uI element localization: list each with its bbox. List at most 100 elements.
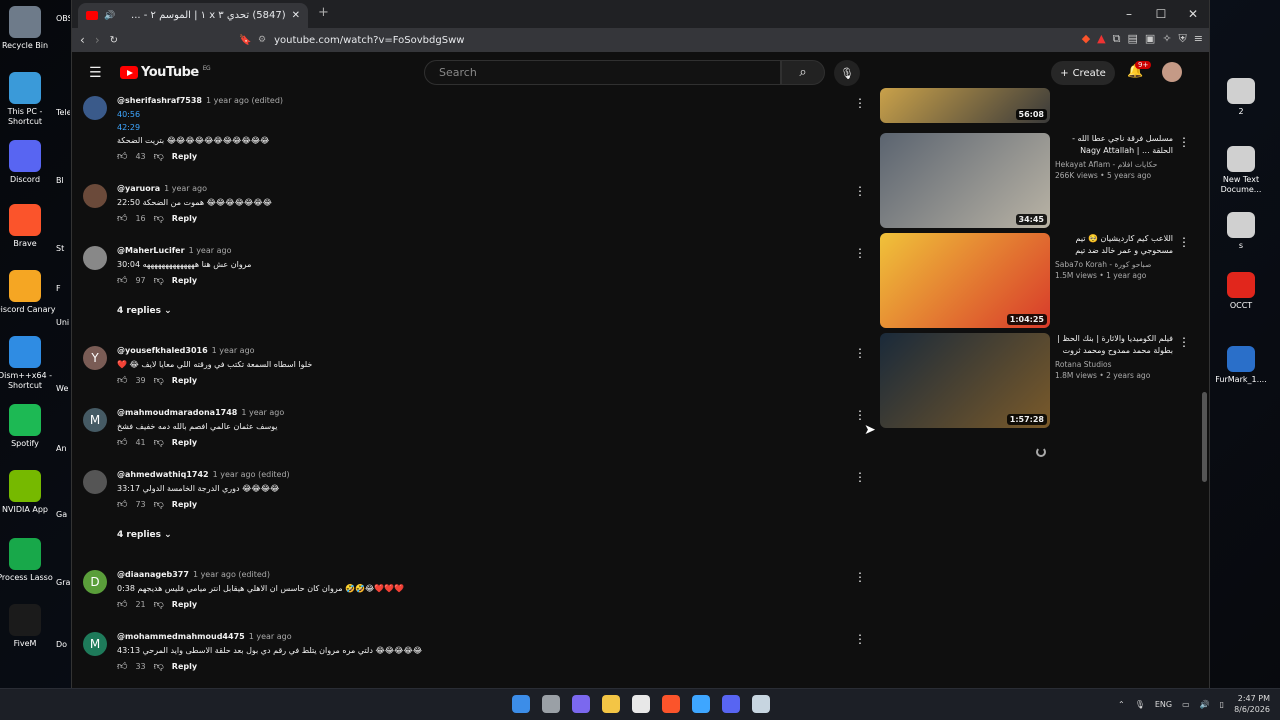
scrollbar-thumb[interactable] <box>1202 392 1207 482</box>
video-channel[interactable]: Hekayat Aflam - حكايات افلام <box>1055 160 1173 169</box>
video-thumbnail[interactable]: 1:04:25 <box>880 233 1050 328</box>
comment-handle[interactable]: @mahmoudmaradona1748 <box>117 408 237 417</box>
brave-shields-icon[interactable]: ◆ <box>1082 32 1090 46</box>
comment-more-icon[interactable]: ⋮ <box>854 570 866 584</box>
dislike-icon[interactable]: 👎︎ <box>154 274 164 286</box>
comment-time[interactable]: 1 year ago (edited) <box>193 570 270 579</box>
comment-more-icon[interactable]: ⋮ <box>854 246 866 260</box>
comment-avatar[interactable] <box>83 184 107 208</box>
reply-button[interactable]: Reply <box>172 600 197 609</box>
like-icon[interactable]: 👍︎ <box>117 598 127 610</box>
tab-close-icon[interactable]: ✕ <box>292 10 300 21</box>
comment-avatar[interactable]: D <box>83 570 107 594</box>
comment-more-icon[interactable]: ⋮ <box>854 96 866 110</box>
desktop-icon[interactable]: Dism++x64 - Shortcut <box>0 336 60 391</box>
account-avatar[interactable] <box>1162 62 1182 82</box>
comment-time[interactable]: 1 year ago <box>241 408 284 417</box>
desktop-icon[interactable]: Spotify <box>0 404 60 449</box>
brave-icon[interactable] <box>662 695 680 713</box>
youtube-logo[interactable]: YouTube EG <box>120 65 211 80</box>
desktop-icon[interactable]: This PC - Shortcut <box>0 72 60 127</box>
desktop-icon[interactable]: OCCT <box>1206 272 1276 311</box>
comment-avatar[interactable]: M <box>83 408 107 432</box>
file-explorer-icon[interactable] <box>602 695 620 713</box>
like-icon[interactable]: 👍︎ <box>117 436 127 448</box>
reply-button[interactable]: Reply <box>172 214 197 223</box>
tab-youtube[interactable]: 🔊 (5847) تحدي ٣ x ١ | الموسم ٢ - ... ✕ <box>78 3 308 28</box>
video-title[interactable]: فيلم الكوميديا والاثارة | بنك الحظ | بطو… <box>1055 333 1173 357</box>
volume-icon[interactable]: 🔊 <box>1200 700 1210 709</box>
related-video[interactable]: 1:04:25 اللاعب كيم كارديشيان 🥺 تيم مسحوجي… <box>880 233 1190 328</box>
dislike-icon[interactable]: 👎︎ <box>154 498 164 510</box>
desktop-icon[interactable]: Process Lasso <box>0 538 60 583</box>
reply-button[interactable]: Reply <box>172 662 197 671</box>
battery-icon[interactable]: ▯ <box>1220 700 1224 709</box>
search-button[interactable]: ⌕ <box>781 60 825 85</box>
rewards-icon[interactable]: ▲ <box>1097 32 1105 46</box>
reply-button[interactable]: Reply <box>172 152 197 161</box>
network-icon[interactable]: ▭ <box>1182 700 1190 709</box>
sidebar-icon[interactable]: ▤ <box>1128 32 1138 46</box>
extensions-icon[interactable]: ⧉ <box>1113 32 1121 46</box>
discord-icon[interactable] <box>722 695 740 713</box>
like-icon[interactable]: 👍︎ <box>117 498 127 510</box>
video-thumbnail[interactable]: 56:08 <box>880 88 1050 123</box>
video-more-icon[interactable]: ⋮ <box>1178 335 1190 349</box>
reply-button[interactable]: Reply <box>172 276 197 285</box>
desktop-icon[interactable]: FiveM <box>0 604 60 649</box>
speaker-icon[interactable]: 🔊 <box>104 11 115 21</box>
site-info-icon[interactable]: ⚙ <box>258 35 266 45</box>
wallet-icon[interactable]: ▣ <box>1145 32 1155 46</box>
comment-handle[interactable]: @MaherLucifer <box>117 246 185 255</box>
minimize-button[interactable]: – <box>1113 0 1145 28</box>
comment-handle[interactable]: @diaanageb377 <box>117 570 189 579</box>
desktop-icon[interactable]: FurMark_1.... <box>1206 346 1276 385</box>
like-icon[interactable]: 👍︎ <box>117 212 127 224</box>
dislike-icon[interactable]: 👎︎ <box>154 212 164 224</box>
windows-start-icon[interactable] <box>512 695 530 713</box>
comment-more-icon[interactable]: ⋮ <box>854 408 866 422</box>
like-icon[interactable]: 👍︎ <box>117 274 127 286</box>
comment-avatar[interactable] <box>83 96 107 120</box>
mic-tray-icon[interactable]: 🎙 <box>1135 700 1145 709</box>
reload-icon[interactable]: ↻ <box>110 35 118 46</box>
replies-toggle[interactable]: 4 replies ⌄ <box>117 530 172 540</box>
video-thumbnail[interactable]: 34:45 <box>880 133 1050 228</box>
create-button[interactable]: + Create <box>1051 61 1115 85</box>
visual-studio-icon[interactable] <box>572 695 590 713</box>
close-window-button[interactable]: ✕ <box>1177 0 1209 28</box>
comment-more-icon[interactable]: ⋮ <box>854 346 866 360</box>
desktop-icon[interactable]: Brave <box>0 204 60 249</box>
desktop-icon[interactable]: 2 <box>1206 78 1276 117</box>
comment-time[interactable]: 1 year ago <box>212 346 255 355</box>
new-tab-button[interactable]: + <box>318 5 329 20</box>
hamburger-menu-icon[interactable]: ☰ <box>89 65 102 81</box>
video-title[interactable]: مسلسل فرقة ناجي عطا الله - الحلقة ... | … <box>1055 133 1173 157</box>
comment-more-icon[interactable]: ⋮ <box>854 470 866 484</box>
dislike-icon[interactable]: 👎︎ <box>154 598 164 610</box>
leo-icon[interactable]: ✧ <box>1162 32 1171 46</box>
related-video[interactable]: 56:08 <box>880 88 1190 123</box>
like-icon[interactable]: 👍︎ <box>117 150 127 162</box>
related-video[interactable]: 1:57:28 فيلم الكوميديا والاثارة | بنك الح… <box>880 333 1190 428</box>
related-video[interactable]: 34:45 مسلسل فرقة ناجي عطا الله - الحلقة .… <box>880 133 1190 228</box>
comment-handle[interactable]: @mohammedmahmoud4475 <box>117 632 245 641</box>
comment-handle[interactable]: @yousefkhaled3016 <box>117 346 208 355</box>
clock[interactable]: 2:47 PM 8/6/2026 <box>1234 693 1270 715</box>
desktop-icon[interactable]: s <box>1206 212 1276 251</box>
replies-toggle[interactable]: 4 replies ⌄ <box>117 306 172 316</box>
reply-button[interactable]: Reply <box>172 438 197 447</box>
desktop-icon[interactable]: NVIDIA App <box>0 470 60 515</box>
vpn-icon[interactable]: ⛨ <box>1179 32 1187 46</box>
desktop-icon[interactable]: Discord Canary <box>0 270 60 315</box>
forward-icon[interactable]: › <box>95 33 100 47</box>
desktop-icon[interactable]: Recycle Bin <box>0 6 60 51</box>
comment-handle[interactable]: @sherifashraf7538 <box>117 96 202 105</box>
dislike-icon[interactable]: 👎︎ <box>154 660 164 672</box>
back-icon[interactable]: ‹ <box>80 33 85 47</box>
comment-more-icon[interactable]: ⋮ <box>854 632 866 646</box>
comment-more-icon[interactable]: ⋮ <box>854 184 866 198</box>
calculator-icon[interactable] <box>632 695 650 713</box>
dislike-icon[interactable]: 👎︎ <box>154 374 164 386</box>
video-more-icon[interactable]: ⋮ <box>1178 135 1190 149</box>
